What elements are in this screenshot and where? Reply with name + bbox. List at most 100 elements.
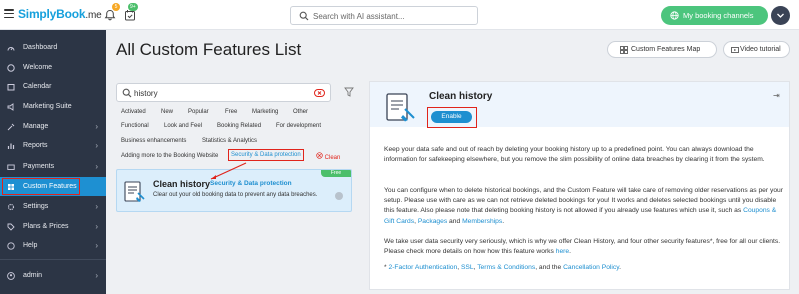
- ai-search-input[interactable]: [313, 9, 473, 23]
- detail-header: Clean history Enable ⇥: [370, 82, 789, 128]
- clear-search-icon[interactable]: [314, 89, 325, 97]
- card-category: Security & Data protection: [210, 180, 292, 187]
- custom-features-icon: [8, 184, 14, 190]
- sidebar: Dashboard Welcome Calendar Marketing Sui…: [0, 30, 106, 294]
- tag-free[interactable]: Free: [225, 109, 237, 115]
- tag-marketing[interactable]: Marketing: [252, 109, 278, 115]
- sidebar-item-calendar[interactable]: Calendar: [0, 77, 106, 96]
- feature-search-bar[interactable]: [116, 83, 331, 102]
- free-badge: Free: [321, 170, 351, 177]
- cancellation-policy-link[interactable]: Cancellation Policy: [563, 264, 619, 271]
- tag-business-enhancements[interactable]: Business enhancements: [121, 138, 186, 144]
- tag-popular[interactable]: Popular: [188, 109, 209, 115]
- sidebar-item-label: Reports: [23, 142, 48, 149]
- sidebar-item-marketing-suite[interactable]: Marketing Suite: [0, 97, 106, 116]
- sidebar-item-label: Dashboard: [23, 44, 58, 51]
- chevron-right-icon: ›: [95, 141, 98, 150]
- tag-booking-related[interactable]: Booking Related: [217, 123, 261, 129]
- sidebar-item-custom-features[interactable]: Custom Features: [0, 177, 106, 196]
- sidebar-divider: [0, 259, 106, 260]
- calendar-icon: [7, 84, 15, 91]
- manage-icon: [7, 123, 15, 131]
- ai-search-bar[interactable]: [290, 6, 478, 25]
- ssl-link[interactable]: SSL: [461, 264, 474, 271]
- two-factor-auth-link[interactable]: 2-Factor Authentication: [388, 264, 457, 271]
- sidebar-item-label: Calendar: [23, 83, 52, 90]
- video-tutorial-button[interactable]: Video tutorial: [723, 41, 790, 58]
- packages-link[interactable]: Packages: [418, 218, 447, 225]
- tag-statistics-analytics[interactable]: Statistics & Analytics: [202, 138, 257, 144]
- page-title: All Custom Features List: [116, 40, 302, 59]
- collapse-panel-icon[interactable]: ⇥: [773, 91, 780, 100]
- feature-card-clean-history[interactable]: Free Clean history Security & Data prote…: [116, 169, 352, 212]
- globe-icon: [670, 11, 679, 20]
- clean-filter-chip[interactable]: Clean: [316, 152, 340, 161]
- here-link[interactable]: here: [556, 248, 569, 255]
- tag-security-data-protection[interactable]: Security & Data protection: [228, 149, 304, 161]
- tag-activated[interactable]: Activated: [121, 109, 146, 115]
- terms-conditions-link[interactable]: Terms & Conditions: [477, 264, 535, 271]
- reports-icon: [7, 143, 15, 149]
- description-paragraph-1: Keep your data safe and out of reach by …: [384, 146, 765, 164]
- payments-icon: [7, 164, 15, 170]
- sidebar-user-admin[interactable]: admin ›: [0, 266, 106, 285]
- dashboard-icon: [7, 47, 15, 51]
- map-button-label: Custom Features Map: [631, 46, 701, 53]
- search-icon: [122, 88, 132, 98]
- enable-highlight: Enable: [427, 107, 477, 128]
- tag-look-and-feel[interactable]: Look and Feel: [164, 123, 202, 129]
- detail-title: Clean history: [429, 91, 493, 102]
- logo[interactable]: SimplyBook.me: [18, 7, 102, 21]
- sidebar-item-label: Welcome: [23, 64, 53, 71]
- chevron-right-icon: ›: [95, 271, 98, 280]
- channels-dropdown-button[interactable]: [771, 6, 790, 25]
- feature-search-input[interactable]: [134, 86, 294, 100]
- feature-detail-panel: Clean history Enable ⇥ Keep your data sa…: [369, 81, 790, 290]
- sidebar-item-label: Settings: [23, 203, 49, 210]
- memberships-link[interactable]: Memberships: [462, 218, 502, 225]
- sidebar-item-welcome[interactable]: Welcome: [0, 58, 106, 77]
- sidebar-item-dashboard[interactable]: Dashboard: [0, 38, 106, 57]
- tag-new[interactable]: New: [161, 109, 173, 115]
- sidebar-item-payments[interactable]: Payments ›: [0, 157, 106, 176]
- sidebar-item-settings[interactable]: Settings ›: [0, 197, 106, 216]
- top-bar: SimplyBook.me 5 9+ My booking channels: [0, 0, 799, 30]
- enable-button[interactable]: Enable: [431, 111, 472, 123]
- my-booking-channels-label: My booking channels: [683, 11, 754, 20]
- gear-icon: [7, 203, 15, 211]
- help-icon: [7, 242, 15, 250]
- sidebar-item-manage[interactable]: Manage ›: [0, 117, 106, 136]
- custom-features-map-button[interactable]: Custom Features Map: [607, 41, 717, 58]
- sidebar-item-label: Plans & Prices: [23, 223, 69, 230]
- sidebar-item-help[interactable]: Help ›: [0, 236, 106, 255]
- welcome-icon: [7, 64, 15, 72]
- tag-other[interactable]: Other: [293, 109, 308, 115]
- sidebar-item-plans-prices[interactable]: Plans & Prices ›: [0, 217, 106, 236]
- video-icon: [731, 47, 739, 53]
- user-name: admin: [23, 272, 43, 279]
- sidebar-item-label: Help: [23, 242, 38, 249]
- tag-for-development[interactable]: For development: [276, 123, 321, 129]
- sidebar-item-reports[interactable]: Reports ›: [0, 136, 106, 155]
- filter-icon[interactable]: [344, 87, 354, 97]
- sidebar-item-label: Marketing Suite: [23, 103, 72, 110]
- close-circle-icon: [316, 152, 323, 159]
- document-broom-icon: [124, 181, 145, 202]
- features-filter-panel: Activated New Popular Free Marketing Oth…: [116, 80, 359, 220]
- description-paragraph-3: We take user data security very seriousl…: [384, 238, 781, 256]
- tag-adding-more-booking-website[interactable]: Adding more to the Booking Website: [121, 153, 218, 159]
- toggle-indicator[interactable]: [335, 192, 343, 200]
- tag-functional[interactable]: Functional: [121, 123, 149, 129]
- chevron-right-icon: ›: [95, 162, 98, 171]
- menu-icon[interactable]: [4, 9, 14, 19]
- chevron-down-icon: [777, 13, 784, 18]
- search-icon: [299, 11, 309, 21]
- grid-icon: [620, 46, 628, 54]
- sidebar-item-label: Payments: [23, 163, 55, 170]
- sidebar-item-label: Manage: [23, 123, 49, 130]
- chevron-right-icon: ›: [95, 241, 98, 250]
- user-avatar-icon: [7, 272, 15, 280]
- my-booking-channels-button[interactable]: My booking channels: [661, 6, 768, 25]
- document-broom-icon: [386, 93, 415, 122]
- card-description: Clear out your old booking data to preve…: [153, 192, 318, 198]
